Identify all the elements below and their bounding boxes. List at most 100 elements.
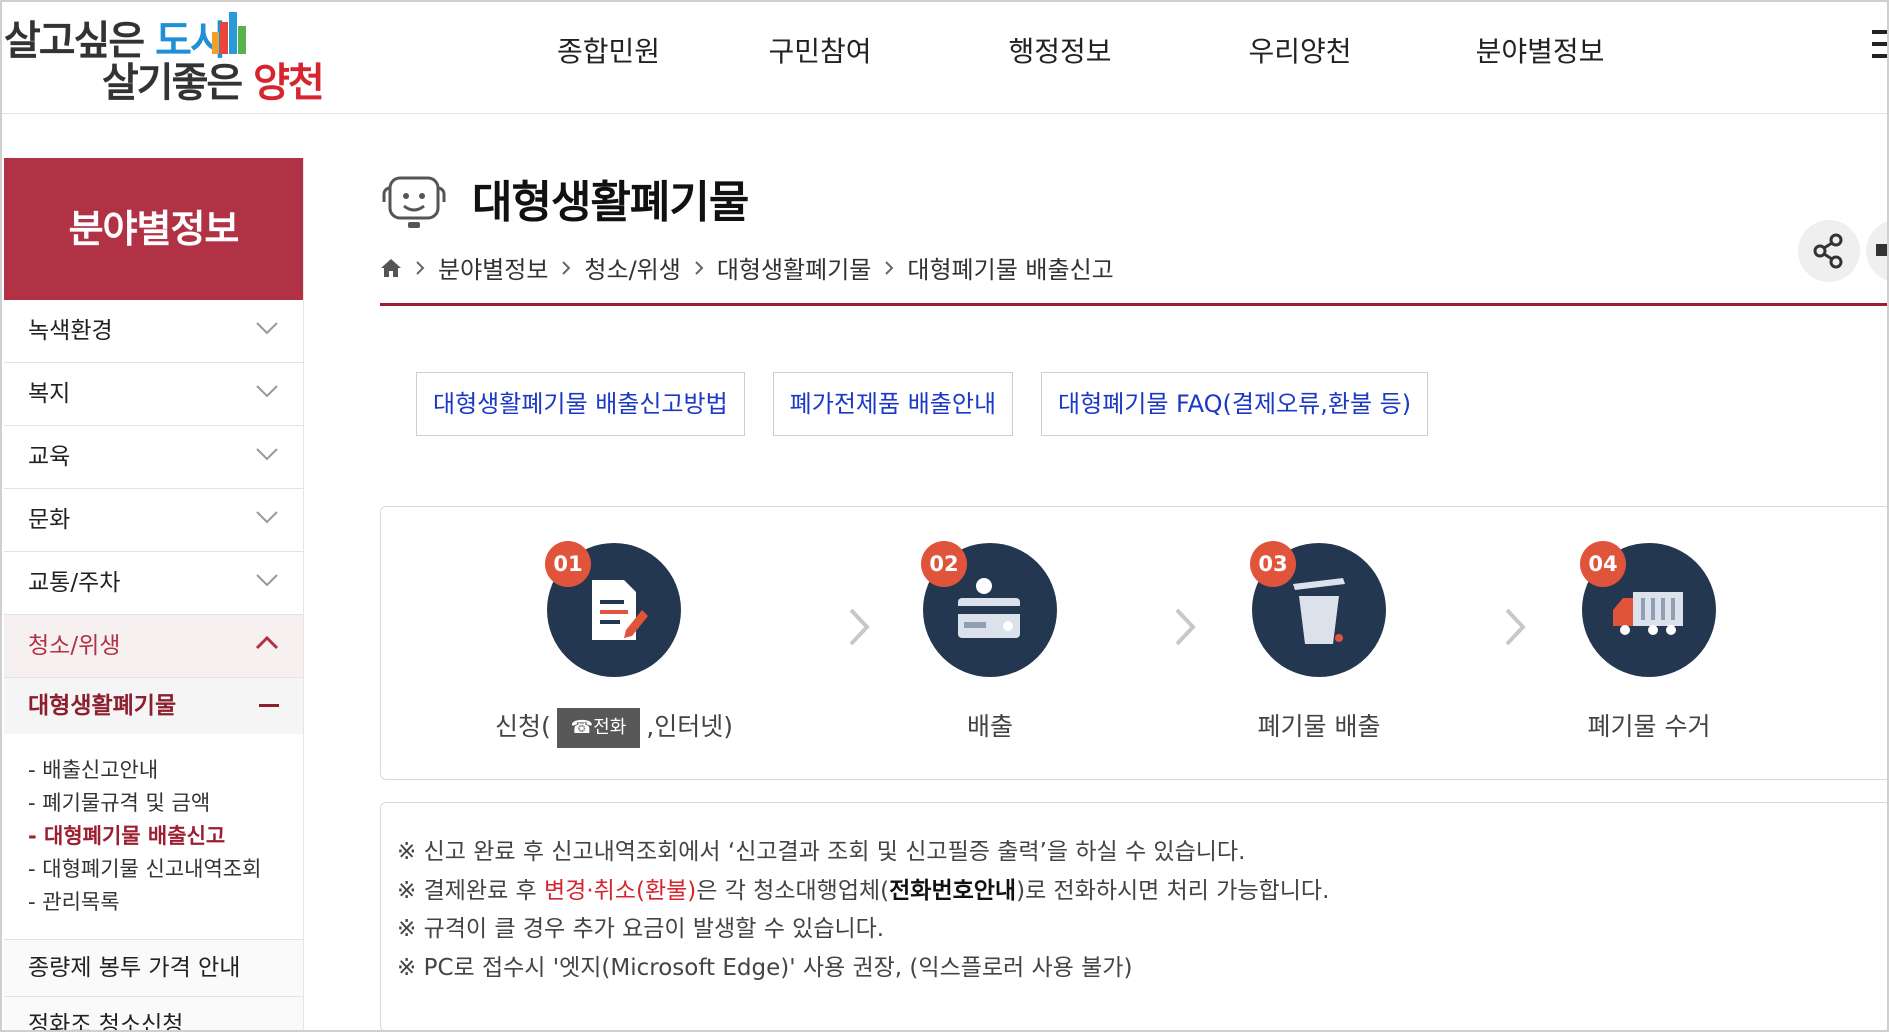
sidebar-sub-list: - 배출신고안내 - 폐기물규격 및 금액 - 대형폐기물 배출신고 - 대형폐…	[4, 734, 303, 940]
notice-highlight: 변경·취소(환불)	[544, 877, 697, 904]
phone-info-link[interactable]: 전화번호안내	[889, 878, 1016, 904]
main-nav: 종합민원 구민참여 행정정보 우리양천 분야별정보	[522, 30, 1660, 74]
notice-text: ※ 결제완료 후	[397, 877, 545, 904]
truck-icon	[1613, 592, 1683, 635]
chevron-down-icon	[256, 322, 278, 335]
logo-text-c: 살기좋은	[102, 60, 254, 106]
link-appliance-guide[interactable]: 폐가전제품 배출안내	[772, 372, 1014, 436]
link-report-method[interactable]: 대형생활폐기물 배출신고방법	[416, 372, 745, 436]
print-icon	[1876, 244, 1887, 256]
sidebar-item-traffic[interactable]: 교통/주차	[4, 552, 303, 615]
sidebar-item-green-env[interactable]: 녹색환경	[4, 300, 303, 363]
breadcrumb: 분야별정보 청소/위생 대형생활폐기물 대형폐기물 배출신고	[380, 250, 1114, 285]
sidebar-sub-label: 대형생활폐기물	[28, 693, 177, 719]
chevron-right-icon	[849, 608, 870, 646]
chevron-down-icon	[256, 385, 278, 398]
breadcrumb-item[interactable]: 대형생활폐기물	[717, 250, 872, 285]
share-icon	[1813, 233, 1843, 269]
step-label: 폐기물 배출	[1257, 712, 1381, 741]
minus-icon	[259, 704, 279, 707]
notice-text: 은 각 청소대행업체(	[696, 877, 890, 904]
sidebar-item-bag-price[interactable]: 종량제 봉투 가격 안내	[4, 940, 303, 997]
step-circle: 02	[921, 541, 1057, 677]
notice-line: ※ 신고 완료 후 신고내역조회에서 ‘신고결과 조회 및 신고필증 출력’을 …	[397, 839, 1246, 865]
step-circle: 04	[1580, 541, 1716, 677]
nav-item-participation[interactable]: 구민참여	[700, 30, 940, 74]
sidebar: 분야별정보 녹색환경 복지 교육 문화 교통/주차 청소/위생 대형생활폐기물	[4, 158, 304, 1030]
home-icon[interactable]	[380, 258, 402, 278]
sidebar-item-label: 문화	[28, 507, 71, 533]
sidebar-title: 분야별정보	[4, 158, 303, 300]
sidebar-sub-bulky-waste[interactable]: 대형생활폐기물	[4, 678, 303, 734]
sidebar-item-label: 교육	[28, 444, 71, 470]
link-faq[interactable]: 대형폐기물 FAQ(결제오류,환불 등)	[1041, 372, 1429, 436]
form-icon	[592, 580, 648, 640]
nav-item-field-info[interactable]: 분야별정보	[1420, 30, 1660, 74]
nav-item-admin-info[interactable]: 행정정보	[940, 30, 1180, 74]
quick-links: 대형생활폐기물 배출신고방법 폐가전제품 배출안내 대형폐기물 FAQ(결제오류…	[416, 372, 1429, 436]
step-apply: 01 신청(☎전화 ,인터넷)	[494, 541, 734, 748]
support-agent-icon	[382, 176, 446, 228]
sidebar-link-management[interactable]: - 관리목록	[28, 886, 303, 919]
sidebar-item-welfare[interactable]: 복지	[4, 363, 303, 426]
nav-item-civil-service[interactable]: 종합민원	[522, 30, 700, 74]
breadcrumb-item[interactable]: 분야별정보	[438, 250, 548, 285]
card-icon	[958, 578, 1020, 638]
notice-line: ※ PC로 접수시 '엣지(Microsoft Edge)' 사용 권장, (익…	[397, 954, 1133, 981]
menu-icon[interactable]	[1872, 30, 1887, 70]
chevron-right-icon	[562, 260, 571, 275]
print-button[interactable]	[1866, 220, 1887, 282]
nav-item-yangcheon[interactable]: 우리양천	[1180, 30, 1420, 74]
sidebar-item-label: 교통/주차	[28, 570, 121, 596]
chevron-right-icon	[885, 260, 894, 275]
chevron-down-icon	[256, 574, 278, 587]
notice-line: ※ 규격이 클 경우 추가 요금이 발생할 수 있습니다.	[397, 916, 885, 942]
chevron-up-icon	[255, 636, 279, 650]
page-frame: 살고싶은 도시 살기좋은 양천 종합민원 구민참여 행정정보 우리양천 분야별정…	[0, 0, 1889, 1032]
sidebar-item-education[interactable]: 교육	[4, 426, 303, 489]
sidebar-link-report[interactable]: - 대형폐기물 배출신고	[28, 820, 303, 853]
step-label: 폐기물 수거	[1587, 712, 1711, 741]
step-label-text: 신청(	[494, 712, 551, 741]
logo-text-d: 양천	[253, 60, 325, 106]
site-logo[interactable]: 살고싶은 도시 살기좋은 양천	[4, 8, 325, 106]
sidebar-link-guide[interactable]: - 배출신고안내	[28, 754, 303, 787]
chevron-right-icon	[1505, 608, 1526, 646]
share-button[interactable]	[1798, 220, 1860, 282]
chevron-down-icon	[256, 511, 278, 524]
notice-box: ※ 신고 완료 후 신고내역조회에서 ‘신고결과 조회 및 신고필증 출력’을 …	[380, 802, 1887, 1030]
page-header: 대형생활폐기물 분야별정보 청소/위생 대형생활폐기물 대형폐기물 배출신고	[380, 158, 1887, 306]
step-discharge: 02 배출	[870, 541, 1110, 743]
notice-line: ※ 결제완료 후 변경·취소(환불)은 각 청소대행업체(전화번호안내)로 전화…	[397, 872, 1887, 911]
sidebar-item-label: 녹색환경	[28, 318, 113, 344]
phone-badge: ☎전화	[556, 708, 641, 748]
step-circle: 03	[1250, 541, 1386, 677]
step-collection: 04 폐기물 수거	[1529, 541, 1769, 743]
chevron-down-icon	[256, 448, 278, 461]
step-circle: 01	[545, 541, 681, 677]
step-label: 신청(☎전화 ,인터넷)	[494, 707, 734, 748]
trash-icon	[1293, 578, 1345, 644]
step-label-text: ,인터넷)	[646, 712, 733, 741]
breadcrumb-item[interactable]: 청소/위생	[584, 250, 680, 285]
notice-text: )로 전화하시면 처리 가능합니다.	[1016, 877, 1330, 904]
step-label: 배출	[966, 712, 1013, 741]
site-header: 살고싶은 도시 살기좋은 양천 종합민원 구민참여 행정정보 우리양천 분야별정…	[2, 2, 1887, 114]
main-content: 대형생활폐기물 분야별정보 청소/위생 대형생활폐기물 대형폐기물 배출신고 대…	[380, 158, 1887, 1030]
sidebar-item-sanitation[interactable]: 청소/위생	[4, 615, 303, 678]
logo-line-2: 살기좋은 양천	[102, 50, 325, 108]
sidebar-item-septic-cleaning[interactable]: 정화조 청소신청	[4, 997, 303, 1030]
step-waste-discharge: 03 폐기물 배출	[1199, 541, 1439, 743]
sidebar-link-price[interactable]: - 폐기물규격 및 금액	[28, 787, 303, 820]
breadcrumb-item[interactable]: 대형폐기물 배출신고	[907, 250, 1113, 285]
logo-building-icon	[212, 12, 246, 54]
chevron-right-icon	[1175, 608, 1196, 646]
sidebar-item-label: 복지	[28, 381, 71, 407]
page-title: 대형생활폐기물	[472, 177, 749, 228]
chevron-right-icon	[416, 260, 425, 275]
sidebar-item-culture[interactable]: 문화	[4, 489, 303, 552]
chevron-right-icon	[695, 260, 704, 275]
sidebar-item-label: 청소/위생	[28, 633, 121, 659]
process-steps: 01 신청(☎전화 ,인터넷) 02 배출 03 폐기물 배출 04 폐기물 …	[380, 506, 1887, 780]
sidebar-link-history[interactable]: - 대형폐기물 신고내역조회	[28, 853, 303, 886]
